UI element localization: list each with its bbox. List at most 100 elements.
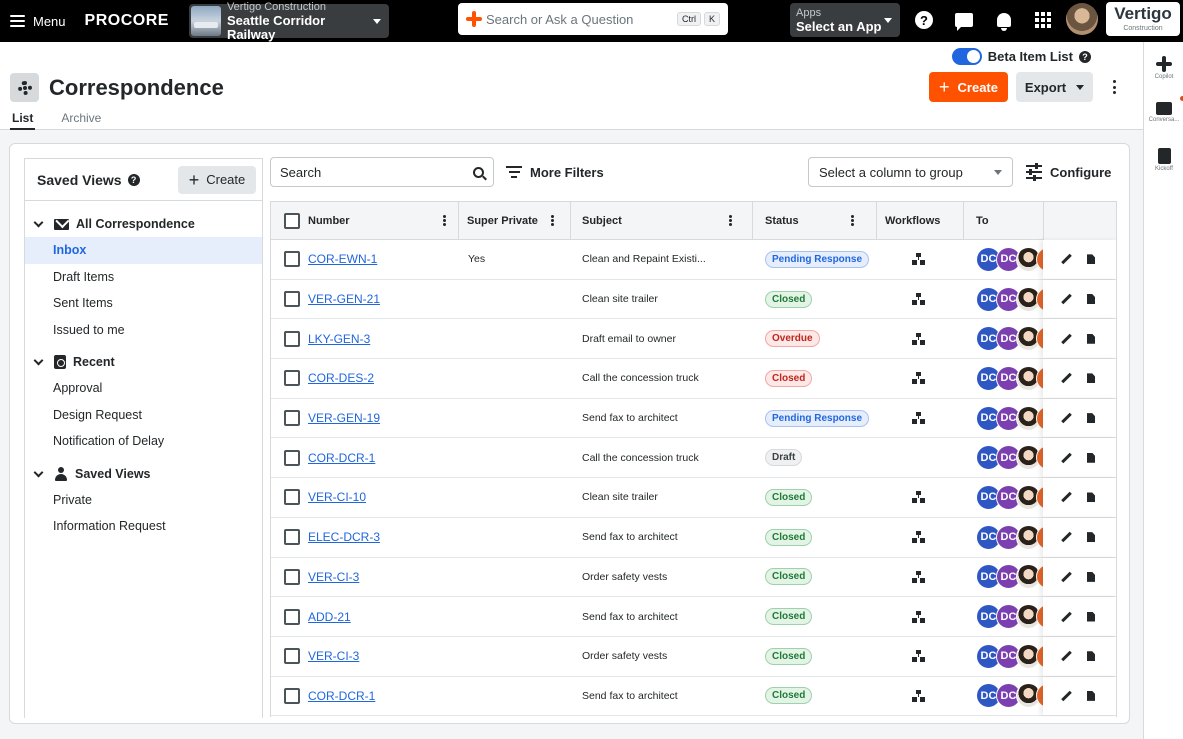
more-options-icon[interactable] [1107,78,1121,96]
edit-icon[interactable] [1061,373,1071,383]
item-link[interactable]: VER-CI-10 [308,490,366,504]
column-number[interactable]: Number [271,202,459,240]
table-row[interactable]: ADD-21 Send fax to architect Closed DC DC [271,597,1116,637]
sidebar-item[interactable]: Draft Items [25,264,262,291]
sidebar-item[interactable]: Issued to me [25,317,262,344]
chat-icon[interactable] [953,9,975,31]
menu-button[interactable]: Menu [10,14,66,29]
row-checkbox[interactable] [284,648,300,665]
user-avatar[interactable] [1066,3,1098,35]
workflow-icon[interactable] [912,412,925,425]
table-row[interactable]: VER-CI-3 Order safety vests Closed DC DC [271,557,1116,598]
table-search-input[interactable]: Search [270,157,494,187]
column-menu-icon[interactable] [551,215,554,226]
workflow-icon[interactable] [912,531,925,544]
document-icon[interactable] [1087,333,1095,344]
apps-grid-icon[interactable] [1032,9,1054,31]
item-link[interactable]: COR-DCR-1 [308,451,375,465]
item-link[interactable]: VER-CI-3 [308,570,359,584]
edit-icon[interactable] [1061,651,1071,661]
workflow-icon[interactable] [912,372,925,385]
table-row[interactable]: VER-GEN-21 Clean site trailer Closed DC DC [271,279,1116,320]
document-icon[interactable] [1087,571,1095,582]
document-icon[interactable] [1087,611,1095,622]
configure-button[interactable]: Configure [1026,157,1111,187]
tab-archive[interactable]: Archive [59,111,103,130]
column-subject[interactable]: Subject [571,202,753,240]
rail-kickoff[interactable]: Kickoff [1144,148,1183,172]
more-filters-button[interactable]: More Filters [506,157,604,187]
item-link[interactable]: ELEC-DCR-3 [308,530,380,544]
document-icon[interactable] [1087,651,1095,662]
item-link[interactable]: LKY-GEN-3 [308,332,370,346]
procore-logo[interactable]: PROCORE [85,12,169,30]
row-checkbox[interactable] [284,330,300,347]
row-checkbox[interactable] [284,410,300,427]
document-icon[interactable] [1087,294,1095,305]
edit-icon[interactable] [1061,691,1071,701]
sidebar-item[interactable]: Notification of Delay [25,428,262,455]
sidebar-item[interactable]: Design Request [25,402,262,429]
sidebar-item[interactable]: Information Request [25,513,262,540]
row-checkbox[interactable] [284,251,300,268]
row-checkbox[interactable] [284,489,300,506]
rail-copilot[interactable]: Copilot [1144,56,1183,80]
edit-icon[interactable] [1061,254,1071,264]
item-link[interactable]: COR-EWN-1 [308,252,377,266]
global-search-input[interactable]: Search or Ask a Question Ctrl K [458,3,728,35]
sidebar-item[interactable]: Sent Items [25,290,262,317]
export-button[interactable]: Export [1016,72,1093,102]
table-row[interactable]: LKY-GEN-3 Draft email to owner Overdue DC DC [271,319,1116,360]
column-to[interactable]: To [964,202,1050,240]
sidebar-group-2[interactable]: Saved Views [25,461,262,487]
notifications-icon[interactable] [993,9,1015,31]
row-checkbox[interactable] [284,291,300,308]
row-checkbox[interactable] [284,370,300,387]
document-icon[interactable] [1087,373,1095,384]
table-row[interactable]: COR-DES-2 Call the concession truck Closed… [271,359,1116,399]
sidebar-item[interactable]: Inbox [25,237,262,264]
edit-icon[interactable] [1061,453,1071,463]
column-menu-icon[interactable] [729,215,732,226]
create-button[interactable]: + Create [929,72,1008,102]
table-row[interactable]: ELEC-DCR-3 Send fax to architect Closed DC D… [271,517,1116,558]
table-row[interactable]: COR-DCR-1 Send fax to architect Closed DC DC [271,676,1116,717]
edit-icon[interactable] [1061,294,1071,304]
table-row[interactable]: VER-CI-10 Clean site trailer Closed DC DC [271,478,1116,518]
sidebar-item[interactable]: Private [25,487,262,514]
item-link[interactable]: COR-DES-2 [308,371,374,385]
group-by-select[interactable]: Select a column to group [808,157,1013,187]
table-row[interactable]: COR-EWN-1 Yes Clean and Repaint Existi... P… [271,240,1116,280]
column-menu-icon[interactable] [851,215,854,226]
column-workflows[interactable]: Workflows [877,202,964,240]
workflow-icon[interactable] [912,332,925,345]
help-icon[interactable]: ? [1079,50,1091,63]
workflow-icon[interactable] [912,689,925,702]
workflow-icon[interactable] [912,650,925,663]
document-icon[interactable] [1087,254,1095,265]
project-picker[interactable]: Vertigo Construction Seattle Corridor Ra… [188,1,389,42]
item-link[interactable]: VER-CI-3 [308,649,359,663]
sidebar-item[interactable]: Approval [25,375,262,402]
row-checkbox[interactable] [284,568,300,585]
edit-icon[interactable] [1061,572,1071,582]
sidebar-group-0[interactable]: All Correspondence [25,211,262,237]
column-menu-icon[interactable] [443,215,446,226]
saved-view-create-button[interactable]: + Create [178,165,256,194]
help-icon[interactable]: ? [913,9,935,31]
edit-icon[interactable] [1061,413,1071,423]
item-link[interactable]: VER-GEN-21 [308,292,380,306]
document-icon[interactable] [1087,452,1095,463]
select-all-checkbox[interactable] [284,213,300,229]
apps-picker[interactable]: Apps Select an App [790,3,900,37]
edit-icon[interactable] [1061,334,1071,344]
rail-conversations[interactable]: Conversa... [1144,102,1183,123]
document-icon[interactable] [1087,413,1095,424]
table-row[interactable]: COR-DCR-1 Call the concession truck Draft D… [271,438,1116,479]
edit-icon[interactable] [1061,532,1071,542]
beta-toggle[interactable] [951,48,982,65]
item-link[interactable]: COR-DCR-1 [308,689,375,703]
workflow-icon[interactable] [912,570,925,583]
table-row[interactable]: VER-CI-3 Order safety vests Closed DC DC [271,636,1116,677]
item-link[interactable]: ADD-21 [308,610,351,624]
